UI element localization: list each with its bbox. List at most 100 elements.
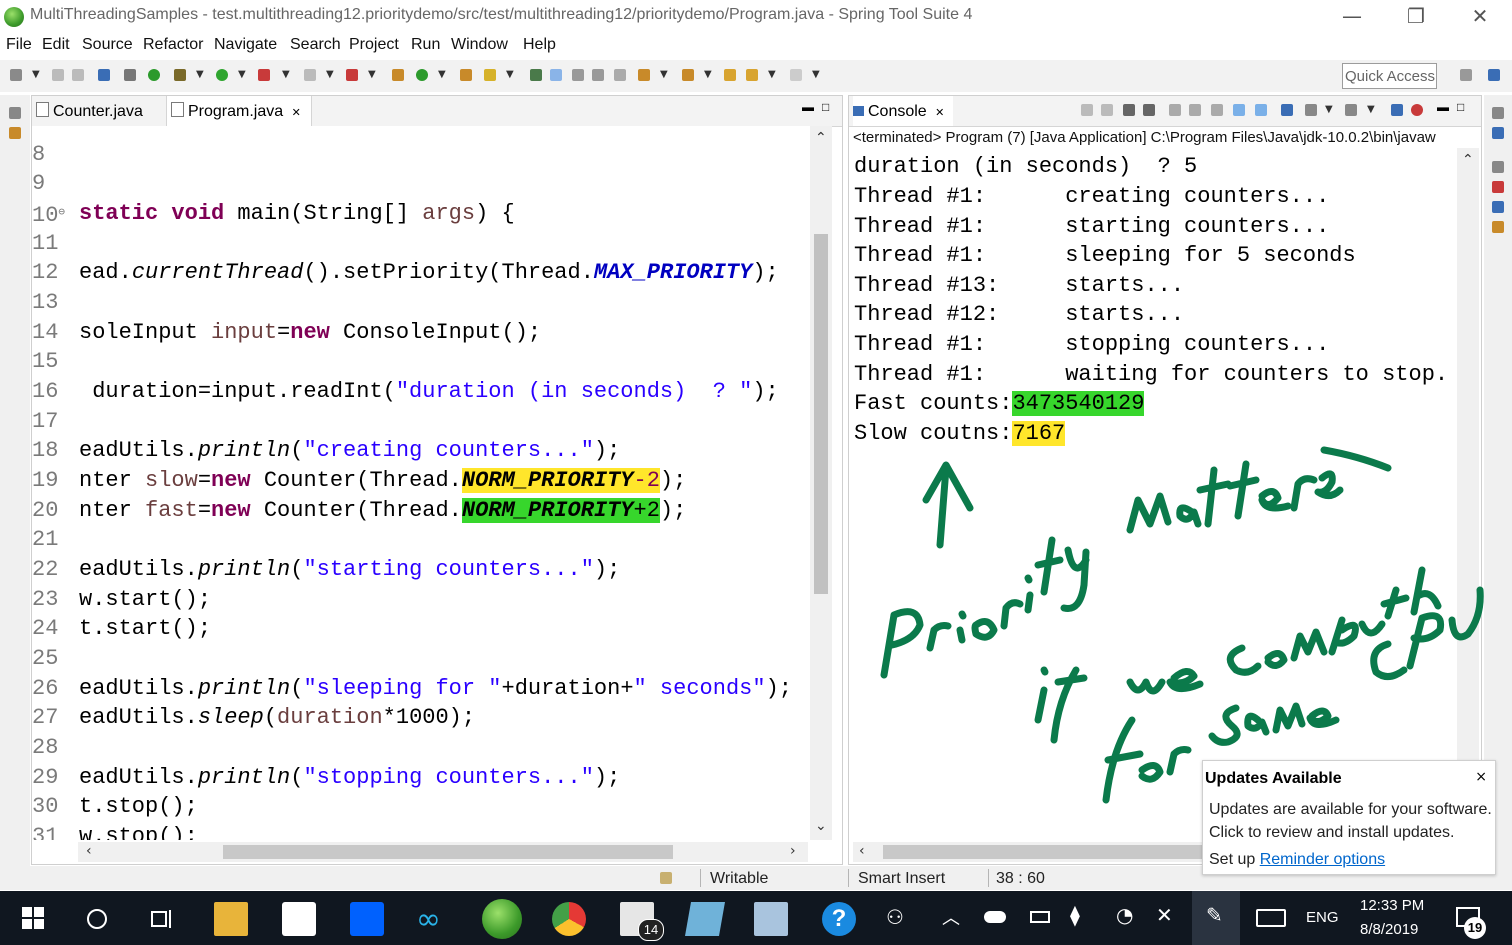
stop-icon[interactable]	[1101, 104, 1113, 116]
show-whitespace-icon[interactable]	[592, 69, 604, 81]
people-icon[interactable]: ⚇	[886, 905, 904, 929]
chevron-down-icon[interactable]: ▼	[196, 69, 204, 80]
code-editor[interactable]: 8 9 10⊖ 11 12 13 14 15 16 17 18 19 20 21…	[32, 126, 810, 840]
remove-launch-icon[interactable]	[1123, 104, 1135, 116]
pen-workspace-button[interactable]: ✎	[1192, 891, 1240, 945]
word-wrap-icon[interactable]	[1211, 104, 1223, 116]
maximize-icon[interactable]: □	[822, 100, 829, 114]
chevron-left-icon[interactable]: ‹	[86, 843, 92, 859]
open-type-icon[interactable]	[460, 69, 472, 81]
restore-icon[interactable]	[1492, 107, 1504, 119]
declaration-icon[interactable]	[1492, 221, 1504, 233]
updates-notification[interactable]: Updates Available × Updates are availabl…	[1202, 760, 1496, 875]
previous-annotation-icon[interactable]	[682, 69, 694, 81]
forward-icon[interactable]	[790, 69, 802, 81]
new-java-project-icon[interactable]	[392, 69, 404, 81]
remove-all-icon[interactable]	[1143, 104, 1155, 116]
tab-console[interactable]: Console ✕	[853, 96, 953, 126]
restore-button[interactable]: ❐	[1386, 2, 1446, 30]
chevron-down-icon[interactable]: ▼	[812, 69, 820, 80]
editor-horizontal-scrollbar[interactable]: ‹ ›	[78, 842, 808, 862]
close-tab-icon[interactable]: ✕	[292, 106, 301, 119]
debug-icon[interactable]	[174, 69, 186, 81]
close-tab-icon[interactable]: ✕	[935, 106, 944, 119]
restore-icon[interactable]	[1492, 161, 1504, 173]
minimize-icon[interactable]: ▬	[802, 100, 814, 114]
chevron-down-icon[interactable]: ▼	[438, 69, 446, 80]
save-all-icon[interactable]	[72, 69, 84, 81]
console-vertical-scrollbar[interactable]: ⌃	[1457, 148, 1479, 842]
minimize-icon[interactable]: ▬	[1437, 100, 1449, 114]
show-stderr-icon[interactable]	[1255, 104, 1267, 116]
clock-date[interactable]: 8/8/2019	[1360, 921, 1418, 938]
dropbox-icon[interactable]	[350, 902, 384, 936]
scrollbar-thumb[interactable]	[814, 234, 828, 594]
file-explorer-icon[interactable]	[214, 902, 248, 936]
chevron-up-icon[interactable]: ⌃	[815, 130, 827, 146]
terminate-icon[interactable]	[1081, 104, 1093, 116]
close-icon[interactable]: ×	[1475, 769, 1487, 785]
problems-icon[interactable]	[1492, 181, 1504, 193]
chevron-down-icon[interactable]: ▼	[660, 69, 668, 80]
package-explorer-icon[interactable]	[9, 127, 21, 139]
maximize-icon[interactable]: □	[1457, 100, 1464, 114]
wifi-icon[interactable]: ◔	[1116, 903, 1133, 927]
toggle-block-icon[interactable]	[572, 69, 584, 81]
javadoc-icon[interactable]	[1492, 201, 1504, 213]
chevron-down-icon[interactable]: ▼	[768, 69, 776, 80]
stop-icon[interactable]	[304, 69, 316, 81]
coverage-icon[interactable]	[258, 69, 270, 81]
chevron-right-icon[interactable]: ›	[790, 843, 796, 859]
language-server-icon[interactable]	[1411, 104, 1423, 116]
close-button[interactable]: ✕	[1450, 2, 1510, 30]
chevron-down-icon[interactable]: ▼	[704, 69, 712, 80]
reminder-options-link[interactable]: Reminder options	[1260, 851, 1385, 868]
quick-access-input[interactable]: Quick Access	[1342, 63, 1437, 89]
menu-project[interactable]: Project	[349, 36, 399, 54]
menu-help[interactable]: Help	[523, 36, 556, 54]
onedrive-icon[interactable]	[984, 911, 1006, 923]
language-indicator[interactable]: ENG	[1306, 909, 1339, 926]
pilcrow-icon[interactable]	[614, 69, 626, 81]
search-icon[interactable]	[86, 908, 108, 930]
store-icon[interactable]	[282, 902, 316, 936]
chevron-down-icon[interactable]: ▼	[506, 69, 514, 80]
chevron-down-icon[interactable]: ▼	[368, 69, 376, 80]
chevron-down-icon[interactable]: ▼	[282, 69, 290, 80]
next-annotation-icon[interactable]	[638, 69, 650, 81]
display-console-icon[interactable]	[1305, 104, 1317, 116]
minimize-button[interactable]: —	[1322, 2, 1382, 30]
chevron-down-icon[interactable]: ▼	[1325, 104, 1333, 115]
pin-console-icon[interactable]	[1281, 104, 1293, 116]
boot-icon[interactable]	[1391, 104, 1403, 116]
chevron-up-icon[interactable]: ︿	[942, 904, 960, 930]
menu-search[interactable]: Search	[290, 36, 341, 54]
back-icon[interactable]	[746, 69, 758, 81]
chevron-left-icon[interactable]: ‹	[859, 843, 865, 859]
spring-tool-suite-icon[interactable]	[482, 899, 522, 939]
save-icon[interactable]	[52, 69, 64, 81]
windows-start-icon[interactable]	[22, 907, 44, 929]
search-icon[interactable]	[484, 69, 496, 81]
chevron-down-icon[interactable]: ▼	[326, 69, 334, 80]
battery-icon[interactable]	[1030, 911, 1050, 923]
menu-edit[interactable]: Edit	[42, 36, 70, 54]
run-icon[interactable]	[216, 69, 228, 81]
menu-window[interactable]: Window	[451, 36, 508, 54]
menu-file[interactable]: File	[6, 36, 32, 54]
help-icon[interactable]: ?	[822, 902, 856, 936]
chevron-down-icon[interactable]: ▼	[238, 69, 246, 80]
show-stdout-icon[interactable]	[1233, 104, 1245, 116]
menu-refactor[interactable]: Refactor	[143, 36, 203, 54]
volume-muted-icon[interactable]: ✕	[1156, 903, 1173, 927]
scroll-lock-icon[interactable]	[1189, 104, 1201, 116]
outline-icon[interactable]	[1492, 127, 1504, 139]
tab-counter-java[interactable]: Counter.java	[36, 96, 166, 126]
keyboard-icon[interactable]	[1256, 909, 1286, 927]
menu-navigate[interactable]: Navigate	[214, 36, 277, 54]
java-perspective-icon[interactable]	[1488, 69, 1500, 81]
resource-monitor-icon[interactable]	[754, 902, 788, 936]
menu-source[interactable]: Source	[82, 36, 133, 54]
toggle-mark-icon[interactable]	[530, 69, 542, 81]
scrollbar-thumb[interactable]	[223, 845, 673, 859]
